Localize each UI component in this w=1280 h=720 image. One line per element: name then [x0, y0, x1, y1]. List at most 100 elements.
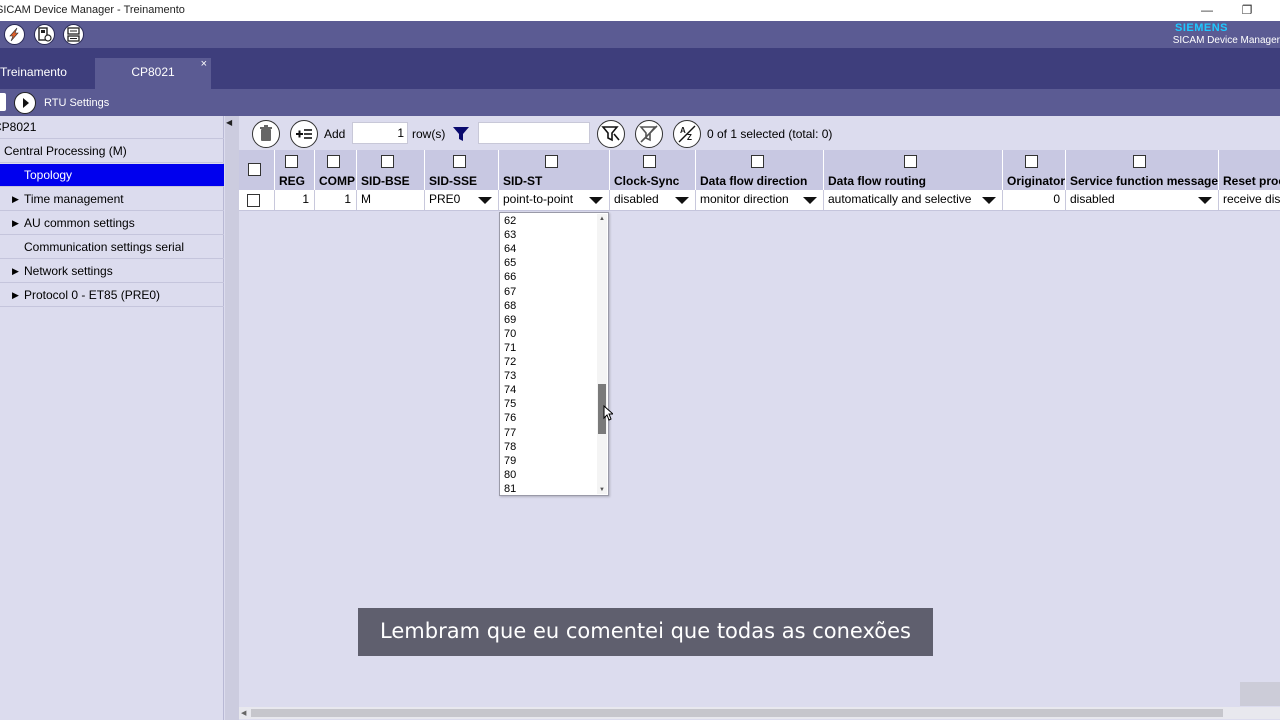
dropdown-option[interactable]: 64 [504, 242, 516, 256]
dropdown-option[interactable]: 68 [504, 299, 516, 313]
add-rows-button[interactable] [290, 120, 318, 148]
dropdown-option[interactable]: 71 [504, 341, 516, 355]
home-icon[interactable] [0, 93, 6, 111]
filter-input[interactable] [478, 122, 590, 144]
cell-sid-st[interactable]: point-to-point [499, 190, 610, 210]
dropdown-option[interactable]: 79 [504, 454, 516, 468]
column-checkbox[interactable] [1025, 155, 1038, 168]
dropdown-option[interactable]: 63 [504, 228, 516, 242]
scroll-up-icon[interactable]: ▲ [599, 216, 605, 222]
col-service-function-messages[interactable]: Service function messages [1066, 150, 1219, 190]
sidebar-item-communication-serial[interactable]: Communication settings serial [0, 236, 224, 259]
dropdown-option[interactable]: 70 [504, 327, 516, 341]
dropdown-option[interactable]: 62 [504, 214, 516, 228]
clear-filter-button[interactable] [635, 120, 663, 148]
close-icon[interactable]: × [201, 50, 207, 78]
column-checkbox[interactable] [545, 155, 558, 168]
col-reset-process[interactable]: Reset process [1219, 150, 1280, 190]
col-comp[interactable]: COMP [315, 150, 357, 190]
col-sid-bse[interactable]: SID-BSE [357, 150, 425, 190]
column-checkbox[interactable] [904, 155, 917, 168]
cell-sid-sse[interactable]: PRE0 [425, 190, 499, 210]
delete-button[interactable] [252, 120, 280, 148]
col-data-flow-direction[interactable]: Data flow direction [696, 150, 824, 190]
column-checkbox[interactable] [751, 155, 764, 168]
sidebar-item-topology[interactable]: Topology [0, 164, 224, 187]
sidebar-item-network-settings[interactable]: ▶ Network settings [0, 260, 224, 283]
cell-clock-sync[interactable]: disabled [610, 190, 696, 210]
column-checkbox[interactable] [285, 155, 298, 168]
row-checkbox[interactable] [247, 194, 260, 207]
col-data-flow-routing[interactable]: Data flow routing [824, 150, 1003, 190]
col-reg[interactable]: REG [275, 150, 315, 190]
cell-comp[interactable]: 1 [315, 190, 357, 210]
dropdown-option[interactable]: 65 [504, 256, 516, 270]
dropdown-option[interactable]: 72 [504, 355, 516, 369]
cell-data-flow-routing[interactable]: automatically and selective [824, 190, 1003, 210]
sidebar-item-root[interactable]: CP8021 [0, 116, 224, 139]
forward-icon[interactable] [14, 92, 36, 114]
dropdown-arrow-icon[interactable] [1198, 197, 1212, 204]
dropdown-option[interactable]: 80 [504, 468, 516, 482]
col-originator[interactable]: Originator [1003, 150, 1066, 190]
sidebar-item-au-common-settings[interactable]: ▶ AU common settings [0, 212, 224, 235]
cell-sid-bse[interactable]: M [357, 190, 425, 210]
dropdown-option[interactable]: 67 [504, 285, 516, 299]
minimize-button[interactable]: — [1196, 2, 1218, 18]
dropdown-arrow-icon[interactable] [589, 197, 603, 204]
select-all-checkbox[interactable] [248, 163, 261, 176]
dropdown-option[interactable]: 73 [504, 369, 516, 383]
dropdown-option[interactable]: 75 [504, 397, 516, 411]
tab-cp8021[interactable]: CP8021 × [95, 58, 211, 89]
sidebar-item-protocol-0[interactable]: ▶ Protocol 0 - ET85 (PRE0) [0, 284, 224, 307]
scrollbar-thumb[interactable] [251, 709, 1223, 717]
expand-arrow-icon[interactable]: ▶ [12, 260, 19, 282]
sid-st-dropdown-list[interactable]: 62 63 64 65 66 67 68 69 70 71 72 73 74 75 76 77 78 79 80 81… [499, 212, 609, 496]
dropdown-arrow-icon[interactable] [982, 197, 996, 204]
col-sid-sse[interactable]: SID-SSE [425, 150, 499, 190]
col-clock-sync[interactable]: Clock-Sync [610, 150, 696, 190]
video-player-control[interactable] [1240, 682, 1280, 706]
sidebar-item-time-management[interactable]: ▶ Time management [0, 188, 224, 211]
dropdown-option[interactable]: 76 [504, 411, 516, 425]
dropdown-option[interactable]: 77 [504, 426, 516, 440]
cell-reset-process[interactable]: receive disabled [1219, 190, 1280, 210]
sidebar-splitter[interactable] [225, 116, 239, 720]
column-checkbox[interactable] [327, 155, 340, 168]
dropdown-scrollbar[interactable]: ▲ ▼ [597, 214, 607, 494]
network-config-icon[interactable] [63, 24, 84, 45]
device-settings-icon[interactable] [34, 24, 55, 45]
col-sid-st[interactable]: SID-ST [499, 150, 610, 190]
dropdown-arrow-icon[interactable] [675, 197, 689, 204]
column-checkbox[interactable] [453, 155, 466, 168]
column-checkbox[interactable] [1133, 155, 1146, 168]
dropdown-option[interactable]: 74 [504, 383, 516, 397]
dropdown-option[interactable]: 66 [504, 270, 516, 284]
sort-az-button[interactable]: AZ [673, 120, 701, 148]
column-checkbox[interactable] [643, 155, 656, 168]
dropdown-arrow-icon[interactable] [803, 197, 817, 204]
cell-originator[interactable]: 0 [1003, 190, 1066, 210]
dropdown-arrow-icon[interactable] [478, 197, 492, 204]
table-row[interactable]: 1 1 M PRE0 point-to-point disabled monit… [239, 190, 1280, 211]
cell-reg[interactable]: 1 [275, 190, 315, 210]
apply-filter-button[interactable] [597, 120, 625, 148]
expand-arrow-icon[interactable]: ▶ [12, 188, 19, 210]
cell-data-flow-direction[interactable]: monitor direction [696, 190, 824, 210]
filter-icon[interactable] [452, 125, 470, 143]
dropdown-option[interactable]: 78 [504, 440, 516, 454]
rows-count-input[interactable]: 1 [352, 122, 408, 144]
horizontal-scrollbar[interactable]: ◀ [239, 707, 1280, 719]
collapse-sidebar-icon[interactable]: ◀ [226, 118, 232, 127]
column-checkbox[interactable] [381, 155, 394, 168]
restore-button[interactable]: ❐ [1236, 2, 1258, 18]
dropdown-option[interactable]: 81 [504, 482, 516, 495]
expand-arrow-icon[interactable]: ▶ [12, 212, 19, 234]
tab-treinamento[interactable]: Treinamento [0, 58, 86, 89]
expand-arrow-icon[interactable]: ▶ [12, 284, 19, 306]
scroll-down-icon[interactable]: ▼ [599, 487, 605, 493]
sidebar-item-central-processing[interactable]: Central Processing (M) [0, 140, 224, 163]
edit-icon[interactable] [4, 24, 25, 45]
dropdown-option[interactable]: 69 [504, 313, 516, 327]
cell-service-function-messages[interactable]: disabled [1066, 190, 1219, 210]
